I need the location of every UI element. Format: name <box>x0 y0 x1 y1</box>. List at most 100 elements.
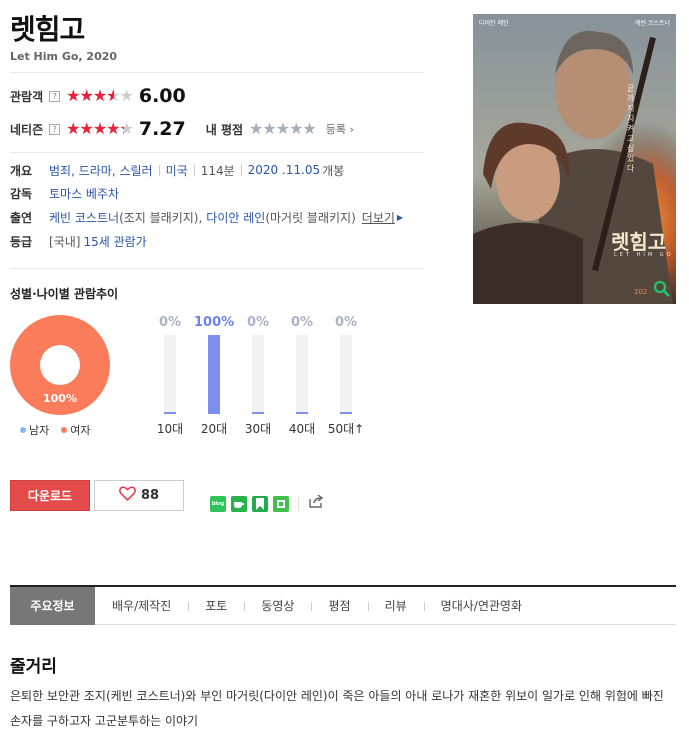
synopsis-title: 줄거리 <box>10 657 57 677</box>
gender-legend: 남자 여자 <box>20 422 91 438</box>
grade-link[interactable]: 15세 관람가 <box>83 233 146 250</box>
age-bar-label: 40대 <box>288 422 316 436</box>
genres-link[interactable]: 범죄, 드라마, 스릴러 <box>49 162 153 179</box>
age-bar-label: 20대 <box>200 422 228 436</box>
director-label: 감독 <box>10 186 33 201</box>
tab-5[interactable]: 리뷰 <box>367 587 424 625</box>
bookmark-share-icon[interactable] <box>252 495 268 512</box>
age-bar-label: 30대 <box>244 422 272 436</box>
synopsis-text: 은퇴한 보안관 조지(케빈 코스트너)와 부인 마거릿(다이안 레인)이 죽은 … <box>10 689 664 728</box>
overview-row: 개요 범죄, 드라마, 스릴러 미국 114분 2020 .11.05 개봉 <box>10 161 344 179</box>
share-icon[interactable] <box>308 494 325 513</box>
audience-score: 6.00 <box>138 85 186 107</box>
tab-3[interactable]: 동영상 <box>244 587 311 625</box>
my-rating-label: 내 평점 <box>205 122 244 137</box>
age-bar-fill <box>340 412 352 414</box>
movie-poster[interactable]: 다이안 레인 케빈 코스트너 끝까지 지켜고 싶었다 렛힘고 LET HIM G… <box>473 14 676 304</box>
movie-title: 렛힘고 <box>10 13 85 46</box>
runtime: 114분 <box>200 163 235 178</box>
separator <box>240 164 242 176</box>
age-bar-track <box>208 335 220 414</box>
cafe-share-icon[interactable] <box>231 495 247 512</box>
grade-row: 등급 [국내] 15세 관람가 <box>10 232 147 250</box>
grade-region: [국내] <box>49 234 81 249</box>
poster-year: 202 <box>634 288 648 296</box>
audience-rating-label: 관람객 <box>10 89 44 104</box>
download-button[interactable]: 다운로드 <box>10 480 90 511</box>
legend-female: 여자 <box>61 422 91 438</box>
heart-icon <box>119 486 136 505</box>
age-bar-0: 0% 10대 <box>150 315 190 436</box>
poster-eng-title: LET HIM GO <box>614 252 674 258</box>
netizen-score: 7.27 <box>138 118 186 140</box>
age-bar-fill <box>208 335 220 414</box>
audience-rating-row: 관람객 ? ★★★★★★★★★★ 6.00 <box>10 84 186 108</box>
tab-1[interactable]: 배우/제작진 <box>95 587 188 625</box>
register-rating-link[interactable]: 등록 › <box>326 121 354 137</box>
gender-donut-chart: 100% <box>10 315 110 415</box>
age-bar-2: 0% 30대 <box>238 315 278 436</box>
separator <box>193 164 195 176</box>
tab-4[interactable]: 평점 <box>311 587 367 625</box>
more-cast-link[interactable]: 더보기 <box>362 209 395 226</box>
age-bar-fill <box>164 412 176 414</box>
age-bar-track <box>252 335 264 414</box>
cast-row: 출연 케빈 코스트너 (조지 블래키지), 다이안 레인 (마거릿 블래키지) … <box>10 208 403 226</box>
like-button[interactable]: 88 <box>94 480 184 511</box>
blog-share-icon[interactable]: blog <box>210 495 226 512</box>
cast-role-2: (마거릿 블래키지) <box>265 210 356 225</box>
cast-link-1[interactable]: 케빈 코스트너 <box>49 209 119 226</box>
age-bar-pct: 0% <box>158 315 182 330</box>
share-icons: blog <box>210 494 325 513</box>
like-count: 88 <box>140 488 160 503</box>
age-bar-pct: 100% <box>194 315 235 330</box>
netizen-rating-row: 네티즌 ? ★★★★★★★★★★ 7.27 내 평점 ★★★★★ 등록 › <box>10 117 354 141</box>
netizen-stars-fill: ★★★★★ <box>66 121 124 137</box>
age-bar-fill <box>252 412 264 414</box>
age-bar-label: 10대 <box>156 422 184 436</box>
netizen-rating-label: 네티즌 <box>10 122 44 137</box>
tab-0[interactable]: 주요정보 <box>10 586 95 625</box>
tab-6[interactable]: 명대사/연관영화 <box>423 587 539 625</box>
divider <box>10 152 424 153</box>
age-bar-pct: 0% <box>290 315 314 330</box>
age-bar-track <box>296 335 308 414</box>
country-link[interactable]: 미국 <box>166 162 188 179</box>
chevron-right-icon: ▶ <box>396 212 404 222</box>
divider <box>10 268 424 269</box>
audience-stars: ★★★★★★★★★★ <box>66 86 134 105</box>
director-row: 감독 토마스 베주차 <box>10 184 119 202</box>
age-bar-track <box>340 335 352 414</box>
poster-actor-right: 케빈 코스트너 <box>634 20 670 27</box>
overview-label: 개요 <box>10 163 33 178</box>
help-icon[interactable]: ? <box>49 90 61 102</box>
grade-label: 등급 <box>10 234 33 249</box>
cast-link-2[interactable]: 다이안 레인 <box>206 209 265 226</box>
audience-stars-fill: ★★★★★ <box>66 88 115 104</box>
tab-2[interactable]: 포토 <box>188 587 244 625</box>
age-bar-pct: 0% <box>246 315 270 330</box>
divider <box>298 496 299 511</box>
age-bar-1: 100% 20대 <box>194 315 235 436</box>
my-rating-stars[interactable]: ★★★★★ <box>249 121 317 137</box>
divider <box>10 72 424 73</box>
tab-bar: 주요정보 배우/제작진 포토 동영상 평점 리뷰 명대사/연관영화 <box>10 585 676 625</box>
netizen-stars: ★★★★★★★★★★ <box>66 119 134 138</box>
age-bar-pct: 0% <box>334 315 358 330</box>
age-bar-3: 0% 40대 <box>282 315 322 436</box>
demographics-title: 성별·나이별 관람추이 <box>10 287 119 301</box>
cast-label: 출연 <box>10 210 33 225</box>
legend-male: 남자 <box>20 422 49 438</box>
separator <box>158 164 160 176</box>
director-link[interactable]: 토마스 베주차 <box>49 185 119 202</box>
zoom-icon[interactable] <box>653 280 671 298</box>
memo-share-icon[interactable] <box>273 495 289 512</box>
release-date-link[interactable]: 2020 .11.05 <box>248 163 321 177</box>
poster-actor-left: 다이안 레인 <box>479 20 509 27</box>
age-bar-track <box>164 335 176 414</box>
help-icon[interactable]: ? <box>49 123 61 135</box>
poster-title: 렛힘고 <box>611 230 667 254</box>
female-pct-label: 100% <box>43 392 77 405</box>
age-bar-4: 0% 50대↑ <box>326 315 366 436</box>
age-bar-fill <box>296 412 308 414</box>
